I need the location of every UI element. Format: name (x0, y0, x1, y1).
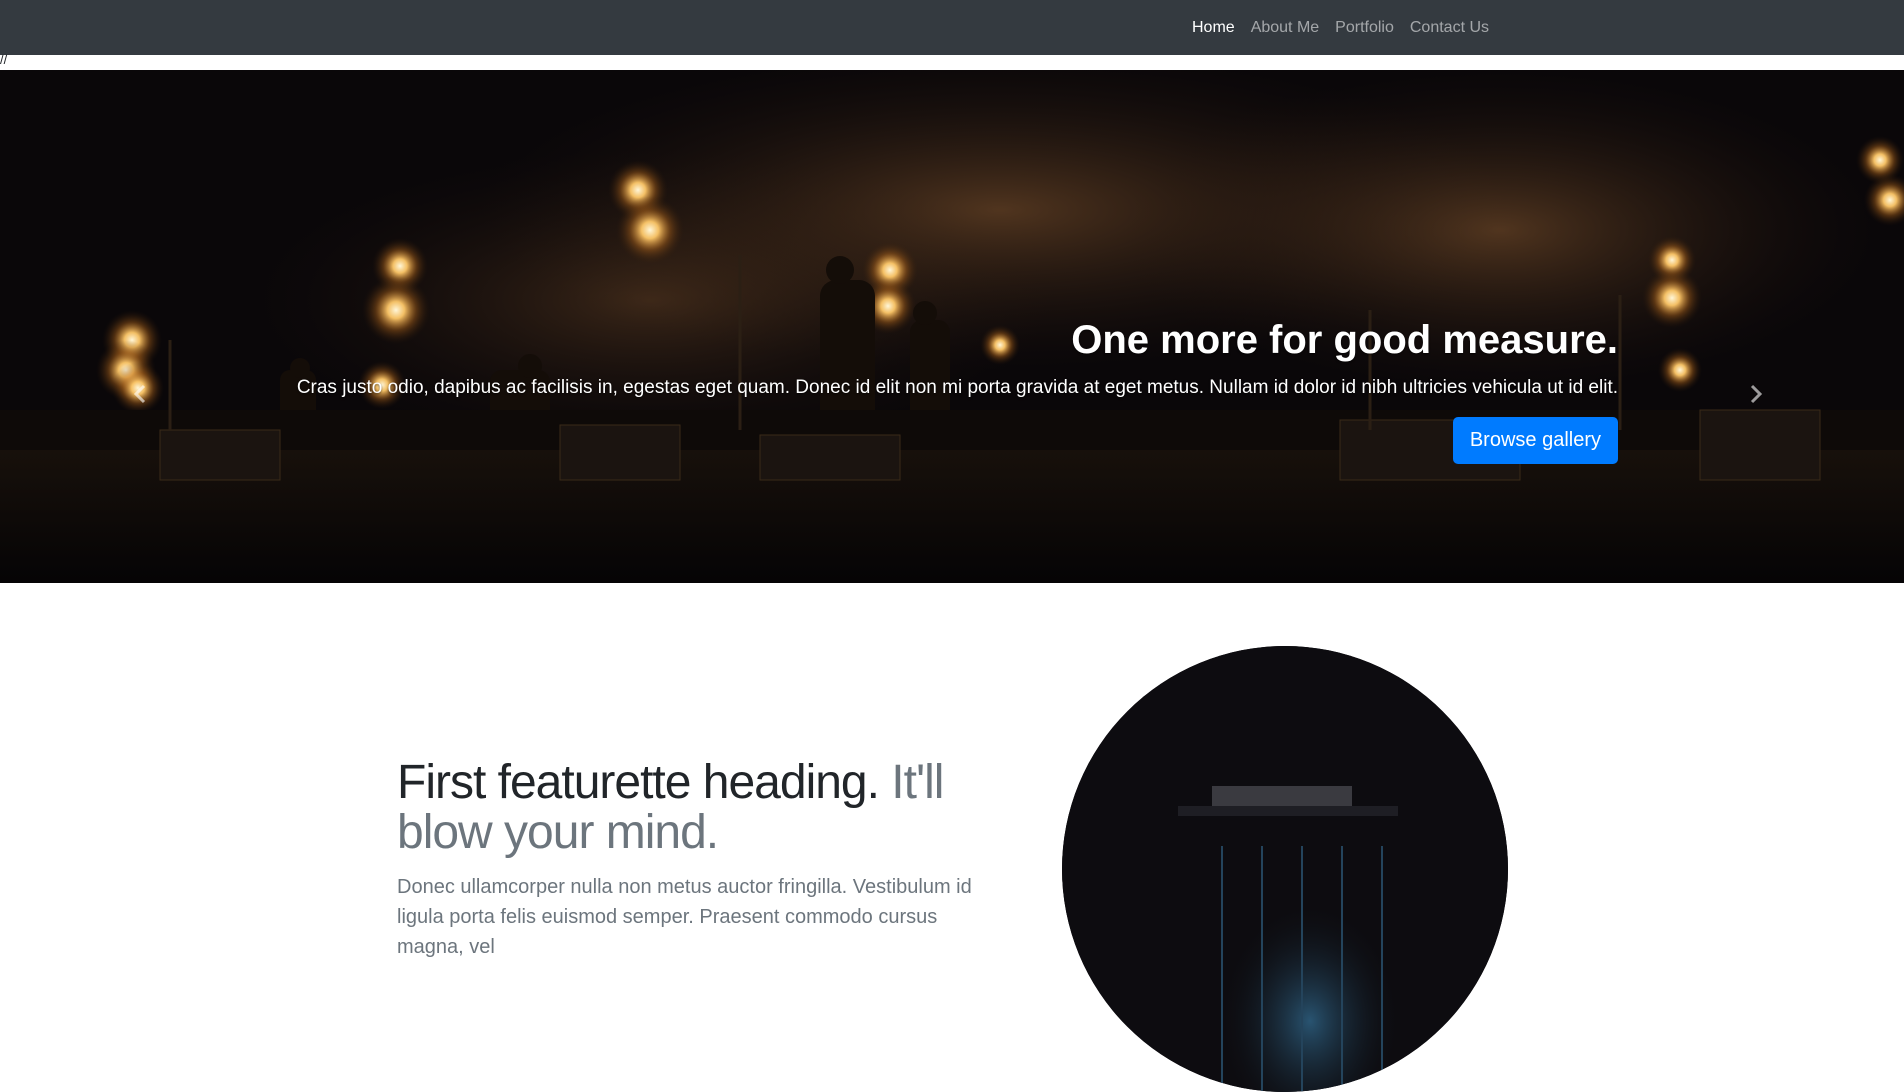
featurette: First featurette heading. It'll blow you… (397, 758, 1007, 962)
carousel-caption: One more for good measure. Cras justo od… (278, 316, 1618, 464)
carousel-heading: One more for good measure. (1071, 318, 1618, 362)
browse-gallery-button[interactable]: Browse gallery (1452, 417, 1618, 464)
carousel-text: Cras justo odio, dapibus ac facilisis in… (296, 377, 1618, 398)
chevron-left-icon (133, 378, 147, 412)
stray-comment-text: // (0, 52, 8, 67)
chevron-right-icon (1749, 378, 1763, 412)
featurette-lead: Donec ullamcorper nulla non metus auctor… (397, 876, 972, 958)
featurette-image (1062, 646, 1508, 1092)
nav-about-me[interactable]: About Me (1251, 19, 1319, 37)
carousel-prev-button[interactable] (120, 370, 160, 420)
nav-contact-us[interactable]: Contact Us (1410, 19, 1489, 37)
nav-links: Home About Me Portfolio Contact Us (1192, 0, 1489, 55)
featurette-heading: First featurette heading. It'll blow you… (397, 758, 1007, 858)
nav-portfolio[interactable]: Portfolio (1335, 19, 1394, 37)
featurette-heading-main: First featurette heading. (397, 756, 880, 809)
top-navbar: Home About Me Portfolio Contact Us (0, 0, 1904, 55)
nav-home[interactable]: Home (1192, 19, 1235, 37)
hero-carousel: One more for good measure. Cras justo od… (0, 70, 1904, 583)
carousel-next-button[interactable] (1736, 370, 1776, 420)
